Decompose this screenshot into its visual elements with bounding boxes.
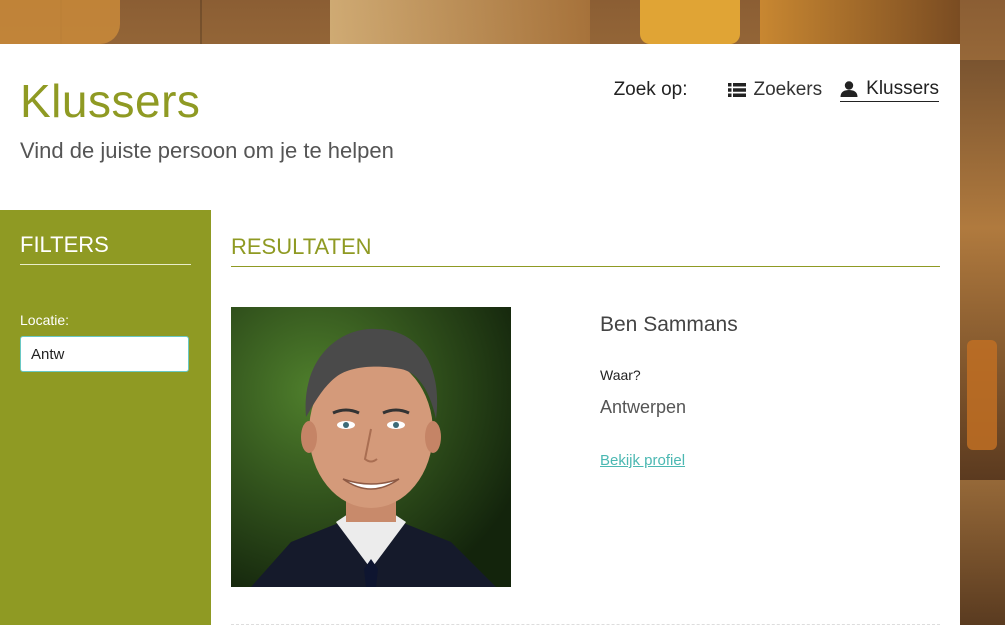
person-icon bbox=[840, 81, 858, 97]
location-value: Antwerpen bbox=[600, 397, 687, 417]
nav-link-klussers[interactable]: Klussers bbox=[840, 78, 939, 102]
background-tool bbox=[760, 0, 960, 44]
location-label: Locatie: bbox=[20, 312, 70, 328]
background-tool bbox=[330, 0, 590, 44]
nav-link-zoekers[interactable]: Zoekers bbox=[727, 78, 823, 102]
profile-photo bbox=[231, 307, 511, 587]
main-card: Klussers Vind de juiste persoon om je te… bbox=[0, 44, 960, 625]
result-item: Ben Sammans Waar? Antwerpen Bekijk profi… bbox=[231, 307, 940, 625]
filters-sidebar: FILTERS Locatie: bbox=[0, 210, 211, 625]
background-tool bbox=[0, 0, 120, 44]
list-icon bbox=[727, 82, 746, 97]
results-title: RESULTATEN bbox=[231, 234, 940, 267]
result-name: Ben Sammans bbox=[600, 313, 738, 336]
nav-link-label: Zoekers bbox=[753, 78, 823, 100]
search-by-nav: Zoek op: Zoekers Klussers bbox=[614, 78, 939, 102]
page-subtitle: Vind de juiste persoon om je te helpen bbox=[20, 138, 394, 163]
background-tool bbox=[967, 340, 997, 450]
background-tool bbox=[640, 0, 740, 44]
view-profile-link[interactable]: Bekijk profiel bbox=[600, 452, 685, 469]
location-heading: Waar? bbox=[600, 367, 641, 383]
filters-title: FILTERS bbox=[20, 232, 191, 265]
search-by-label: Zoek op: bbox=[613, 79, 688, 100]
page-title: Klussers bbox=[20, 75, 201, 127]
location-input[interactable] bbox=[20, 336, 189, 372]
nav-link-label: Klussers bbox=[866, 78, 939, 99]
portrait-image bbox=[231, 307, 511, 587]
